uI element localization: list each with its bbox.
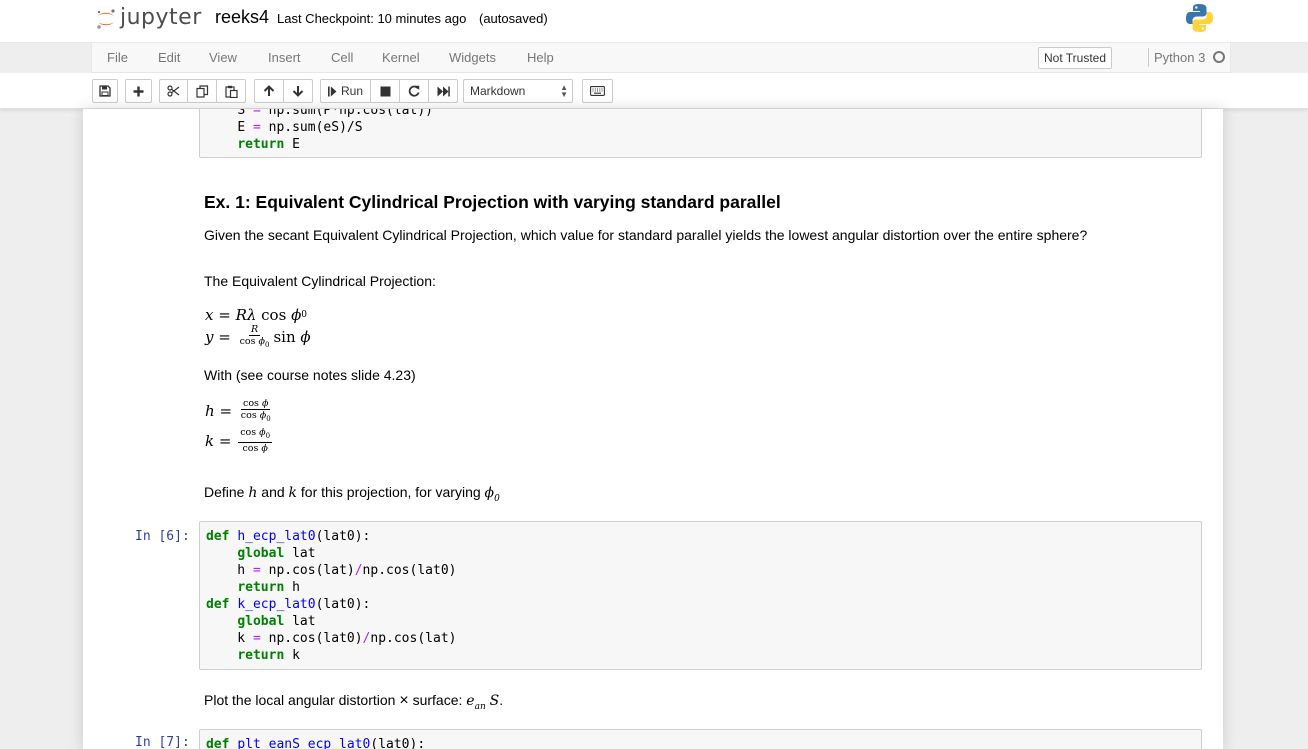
code-cell-prev[interactable]: S = np.sum(P*np.cos(lat)) E = np.sum(eS)… bbox=[199, 109, 1202, 158]
menu-widgets[interactable]: Widgets bbox=[449, 50, 496, 65]
code-cell-6[interactable]: def h_ecp_lat0(lat0): global lat h = np.… bbox=[199, 521, 1202, 670]
equation-h: h = cos ϕ cos ϕ0 bbox=[205, 398, 271, 423]
menu-file[interactable]: File bbox=[107, 50, 128, 65]
arrow-up-icon bbox=[263, 85, 275, 96]
menu-help[interactable]: Help bbox=[527, 50, 554, 65]
autosave-status: (autosaved) bbox=[479, 11, 548, 26]
copy-icon bbox=[195, 84, 208, 98]
python-logo-icon bbox=[1185, 3, 1214, 33]
cell6-prompt: In [6]: bbox=[135, 529, 190, 544]
ex1-heading: Ex. 1: Equivalent Cylindrical Projection… bbox=[204, 192, 781, 212]
menu-insert[interactable]: Insert bbox=[268, 50, 301, 65]
stop-icon bbox=[380, 86, 390, 96]
move-up-button[interactable] bbox=[254, 79, 284, 103]
command-palette-button[interactable] bbox=[582, 79, 613, 103]
restart-run-all-button[interactable] bbox=[428, 79, 458, 103]
save-icon bbox=[99, 85, 111, 97]
equation-x: x = Rλ cos ϕ0 bbox=[205, 306, 308, 324]
equation-y: y = Rcos ϕ0 sin ϕ bbox=[205, 324, 311, 349]
plus-icon bbox=[133, 86, 144, 96]
menu-edit[interactable]: Edit bbox=[158, 50, 180, 65]
insert-cell-button[interactable] bbox=[125, 79, 152, 103]
run-button[interactable]: Run bbox=[320, 79, 371, 103]
jupyter-wordmark: jupyter bbox=[120, 4, 202, 30]
menu-view[interactable]: View bbox=[209, 50, 237, 65]
notebook-name[interactable]: reeks4 bbox=[215, 7, 269, 28]
fast-forward-icon bbox=[437, 86, 450, 96]
plot-text: Plot the local angular distortion × surf… bbox=[204, 692, 504, 712]
menu-cell[interactable]: Cell bbox=[331, 50, 353, 65]
not-trusted-button[interactable]: Not Trusted bbox=[1038, 47, 1113, 69]
notebook-container: S = np.sum(P*np.cos(lat)) E = np.sum(eS)… bbox=[83, 109, 1223, 749]
notebook-header: jupyter reeks4 Last Checkpoint: 10 minut… bbox=[0, 0, 1308, 43]
code-editor-6[interactable]: def h_ecp_lat0(lat0): global lat h = np.… bbox=[200, 522, 1201, 664]
define-text: Define h and k for this projection, for … bbox=[204, 484, 500, 504]
jupyter-orbit-icon bbox=[95, 8, 117, 30]
copy-button[interactable] bbox=[187, 79, 217, 103]
paste-icon bbox=[224, 85, 238, 98]
save-button[interactable] bbox=[92, 79, 118, 103]
kernel-name[interactable]: Python 3 bbox=[1154, 50, 1205, 65]
menubar: File Edit View Insert Cell Kernel Widget… bbox=[91, 43, 1231, 73]
scissors-icon bbox=[167, 85, 180, 97]
with-notes-text: With (see course notes slide 4.23) bbox=[204, 367, 416, 383]
paste-button[interactable] bbox=[216, 79, 246, 103]
code-editor-prev[interactable]: S = np.sum(P*np.cos(lat)) E = np.sum(eS)… bbox=[200, 109, 1201, 153]
menu-kernel[interactable]: Kernel bbox=[382, 50, 420, 65]
keyboard-icon bbox=[590, 86, 605, 96]
cell-type-value: Markdown bbox=[470, 84, 526, 98]
restart-icon bbox=[408, 85, 420, 97]
interrupt-button[interactable] bbox=[370, 79, 400, 103]
cut-button[interactable] bbox=[159, 79, 188, 103]
cell-type-select[interactable]: Markdown ▲ ▼ bbox=[463, 79, 573, 103]
select-arrows-icon: ▲ ▼ bbox=[560, 83, 568, 99]
run-icon bbox=[327, 86, 337, 96]
kernel-separator bbox=[1148, 48, 1149, 67]
toolbar: Run Markdown ▲ ▼ bbox=[0, 73, 1308, 109]
ex1-question: Given the secant Equivalent Cylindrical … bbox=[204, 227, 1088, 243]
code-editor-7[interactable]: def plt_eanS_ecp_lat0(lat0): bbox=[200, 730, 1201, 749]
cell7-prompt: In [7]: bbox=[135, 735, 190, 749]
code-cell-7[interactable]: def plt_eanS_ecp_lat0(lat0): bbox=[199, 729, 1202, 749]
arrow-down-icon bbox=[292, 86, 304, 97]
jupyter-logo[interactable]: jupyter bbox=[95, 4, 202, 30]
move-down-button[interactable] bbox=[283, 79, 313, 103]
checkpoint-status: Last Checkpoint: 10 minutes ago bbox=[277, 11, 467, 26]
run-label: Run bbox=[340, 84, 363, 98]
projection-intro: The Equivalent Cylindrical Projection: bbox=[204, 273, 436, 289]
kernel-idle-circle-icon bbox=[1213, 51, 1225, 63]
restart-button[interactable] bbox=[399, 79, 429, 103]
equation-k: k = cos ϕ0 cos ϕ bbox=[205, 427, 273, 454]
